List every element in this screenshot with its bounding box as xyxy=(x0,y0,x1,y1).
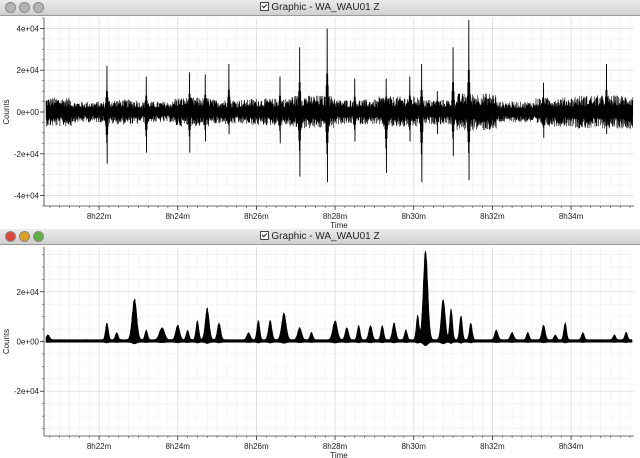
x-axis-label: Time xyxy=(330,221,348,229)
x-tick-label: 8h34m xyxy=(559,442,584,451)
x-tick-label: 8h32m xyxy=(480,442,505,451)
x-tick-label: 8h22m xyxy=(87,212,112,221)
y-tick-label: 0e+00 xyxy=(17,338,40,347)
y-tick-label: -2e+04 xyxy=(14,150,40,159)
document-icon xyxy=(260,231,270,240)
y-axis-label: Counts xyxy=(2,99,11,124)
x-tick-label: 8h30m xyxy=(401,212,426,221)
y-tick-label: -4e+04 xyxy=(14,192,40,201)
window-title: Graphic - WA_WAU01 Z xyxy=(0,1,640,15)
y-tick-label: 2e+04 xyxy=(17,66,40,75)
x-tick-label: 8h26m xyxy=(244,442,269,451)
window-titlebar[interactable]: Graphic - WA_WAU01 Z xyxy=(0,0,640,16)
document-icon xyxy=(260,2,270,11)
x-tick-label: 8h34m xyxy=(559,212,584,221)
y-tick-label: 4e+04 xyxy=(17,24,40,33)
seismogram-window: Graphic - WA_WAU01 Z 8h22m 8h24m 8h26m 8h28… xyxy=(0,0,640,229)
y-axis-label: Counts xyxy=(2,329,11,354)
x-axis-label: Time xyxy=(330,451,348,458)
window-title-text: Graphic - WA_WAU01 Z xyxy=(271,2,380,13)
window-title-text: Graphic - WA_WAU01 Z xyxy=(271,231,380,242)
x-tick-label: 8h26m xyxy=(244,212,269,221)
y-tick-label: 0e+00 xyxy=(17,108,40,117)
window-title: Graphic - WA_WAU01 Z xyxy=(0,230,640,244)
y-tick-label: 2e+04 xyxy=(17,288,40,297)
x-tick-label: 8h24m xyxy=(165,442,190,451)
x-tick-label: 8h30m xyxy=(401,442,426,451)
window-titlebar[interactable]: Graphic - WA_WAU01 Z xyxy=(0,229,640,245)
x-tick-label: 8h32m xyxy=(480,212,505,221)
x-tick-label: 8h22m xyxy=(87,442,112,451)
envelope-chart: 8h22m 8h24m 8h26m 8h28m 8h30m 8h32m 8h34m -2e+0… xyxy=(2,247,634,458)
envelope-window: Graphic - WA_WAU01 Z 8h22m 8h24m 8h26m 8h28… xyxy=(0,229,640,458)
y-tick-label: -2e+04 xyxy=(14,387,40,396)
seismogram-chart: 8h22m 8h24m 8h26m 8h28m 8h30m 8h32m 8h34m -4e+0… xyxy=(2,17,634,229)
x-tick-label: 8h28m xyxy=(323,212,348,221)
x-tick-label: 8h24m xyxy=(165,212,190,221)
x-tick-label: 8h28m xyxy=(323,442,348,451)
